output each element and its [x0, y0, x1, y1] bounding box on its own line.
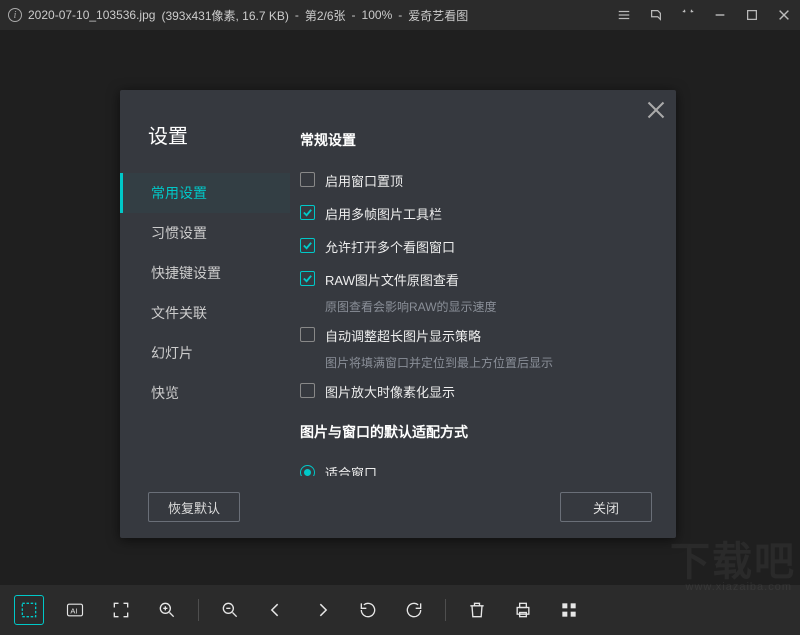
- toolbar-separator: [198, 599, 199, 621]
- ai-tool-icon[interactable]: AI: [60, 595, 90, 625]
- rotate-cw-icon[interactable]: [399, 595, 429, 625]
- checkbox-icon: [300, 383, 315, 398]
- page-position: 第2/6张: [305, 7, 346, 24]
- option-desc: 图片将填满窗口并定位到最上方位置后显示: [325, 354, 654, 371]
- option-row-4[interactable]: 自动调整超长图片显示策略: [300, 319, 654, 352]
- sidebar-item-1[interactable]: 习惯设置: [120, 213, 290, 253]
- maximize-icon[interactable]: [744, 7, 760, 23]
- sidebar-item-3[interactable]: 文件关联: [120, 293, 290, 333]
- option-label: 启用窗口置顶: [325, 171, 403, 190]
- close-button[interactable]: 关闭: [560, 492, 652, 522]
- sidebar-item-4[interactable]: 幻灯片: [120, 333, 290, 373]
- section-common: 常规设置: [300, 130, 654, 150]
- titlebar-controls: [616, 7, 792, 23]
- checkbox-icon: [300, 238, 315, 253]
- checkbox-icon: [300, 172, 315, 187]
- checkbox-icon: [300, 271, 315, 286]
- expand-icon[interactable]: [680, 7, 696, 23]
- fit-screen-icon[interactable]: [106, 595, 136, 625]
- dialog-footer: 恢复默认 关闭: [120, 476, 676, 538]
- section-fit: 图片与窗口的默认适配方式: [300, 422, 654, 442]
- option-row-2[interactable]: 允许打开多个看图窗口: [300, 230, 654, 263]
- fit-window-radio[interactable]: 适合窗口: [300, 456, 654, 476]
- fit-label: 适合窗口: [325, 463, 377, 476]
- print-icon[interactable]: [508, 595, 538, 625]
- minimize-icon[interactable]: [712, 7, 728, 23]
- sidebar-item-0[interactable]: 常用设置: [120, 173, 290, 213]
- file-name: 2020-07-10_103536.jpg: [28, 8, 155, 22]
- app-name: 爱奇艺看图: [408, 7, 468, 24]
- settings-dialog: 设置 常用设置习惯设置快捷键设置文件关联幻灯片快览 常规设置 启用窗口置顶启用多…: [120, 90, 676, 538]
- option-row-5[interactable]: 图片放大时像素化显示: [300, 375, 654, 408]
- zoom-level: 100%: [362, 8, 393, 22]
- option-label: 启用多帧图片工具栏: [325, 204, 442, 223]
- option-label: 图片放大时像素化显示: [325, 382, 455, 401]
- prev-icon[interactable]: [261, 595, 291, 625]
- radio-dot-icon: [300, 465, 315, 476]
- zoom-out-icon[interactable]: [215, 595, 245, 625]
- option-row-1[interactable]: 启用多帧图片工具栏: [300, 197, 654, 230]
- toolbar-separator: [445, 599, 446, 621]
- option-desc: 原图查看会影响RAW的显示速度: [325, 298, 654, 315]
- rotate-ccw-icon[interactable]: [353, 595, 383, 625]
- svg-text:AI: AI: [70, 606, 77, 615]
- next-icon[interactable]: [307, 595, 337, 625]
- file-dimensions: (393x431像素, 16.7 KB): [161, 7, 288, 24]
- crop-tool-icon[interactable]: [14, 595, 44, 625]
- zoom-in-icon[interactable]: [152, 595, 182, 625]
- sidebar-item-2[interactable]: 快捷键设置: [120, 253, 290, 293]
- option-label: RAW图片文件原图查看: [325, 270, 459, 289]
- restore-default-button[interactable]: 恢复默认: [148, 492, 240, 522]
- dialog-content: 常规设置 启用窗口置顶启用多帧图片工具栏允许打开多个看图窗口 RAW图片文件原图查…: [290, 90, 676, 476]
- bottom-toolbar: AI: [0, 585, 800, 635]
- checkbox-icon: [300, 205, 315, 220]
- titlebar-left: i 2020-07-10_103536.jpg (393x431像素, 16.7…: [8, 7, 468, 24]
- close-window-icon[interactable]: [776, 7, 792, 23]
- option-row-3[interactable]: RAW图片文件原图查看: [300, 263, 654, 296]
- info-icon: i: [8, 8, 22, 22]
- dialog-sidebar: 设置 常用设置习惯设置快捷键设置文件关联幻灯片快览: [120, 90, 290, 476]
- menu-icon[interactable]: [616, 7, 632, 23]
- pin-icon[interactable]: [648, 7, 664, 23]
- checkbox-icon: [300, 327, 315, 342]
- dialog-title: 设置: [120, 120, 290, 173]
- option-label: 自动调整超长图片显示策略: [325, 326, 481, 345]
- dialog-close-icon[interactable]: [646, 100, 666, 120]
- sidebar-item-5[interactable]: 快览: [120, 373, 290, 413]
- more-apps-icon[interactable]: [554, 595, 584, 625]
- titlebar: i 2020-07-10_103536.jpg (393x431像素, 16.7…: [0, 0, 800, 30]
- option-row-0[interactable]: 启用窗口置顶: [300, 164, 654, 197]
- option-label: 允许打开多个看图窗口: [325, 237, 455, 256]
- delete-icon[interactable]: [462, 595, 492, 625]
